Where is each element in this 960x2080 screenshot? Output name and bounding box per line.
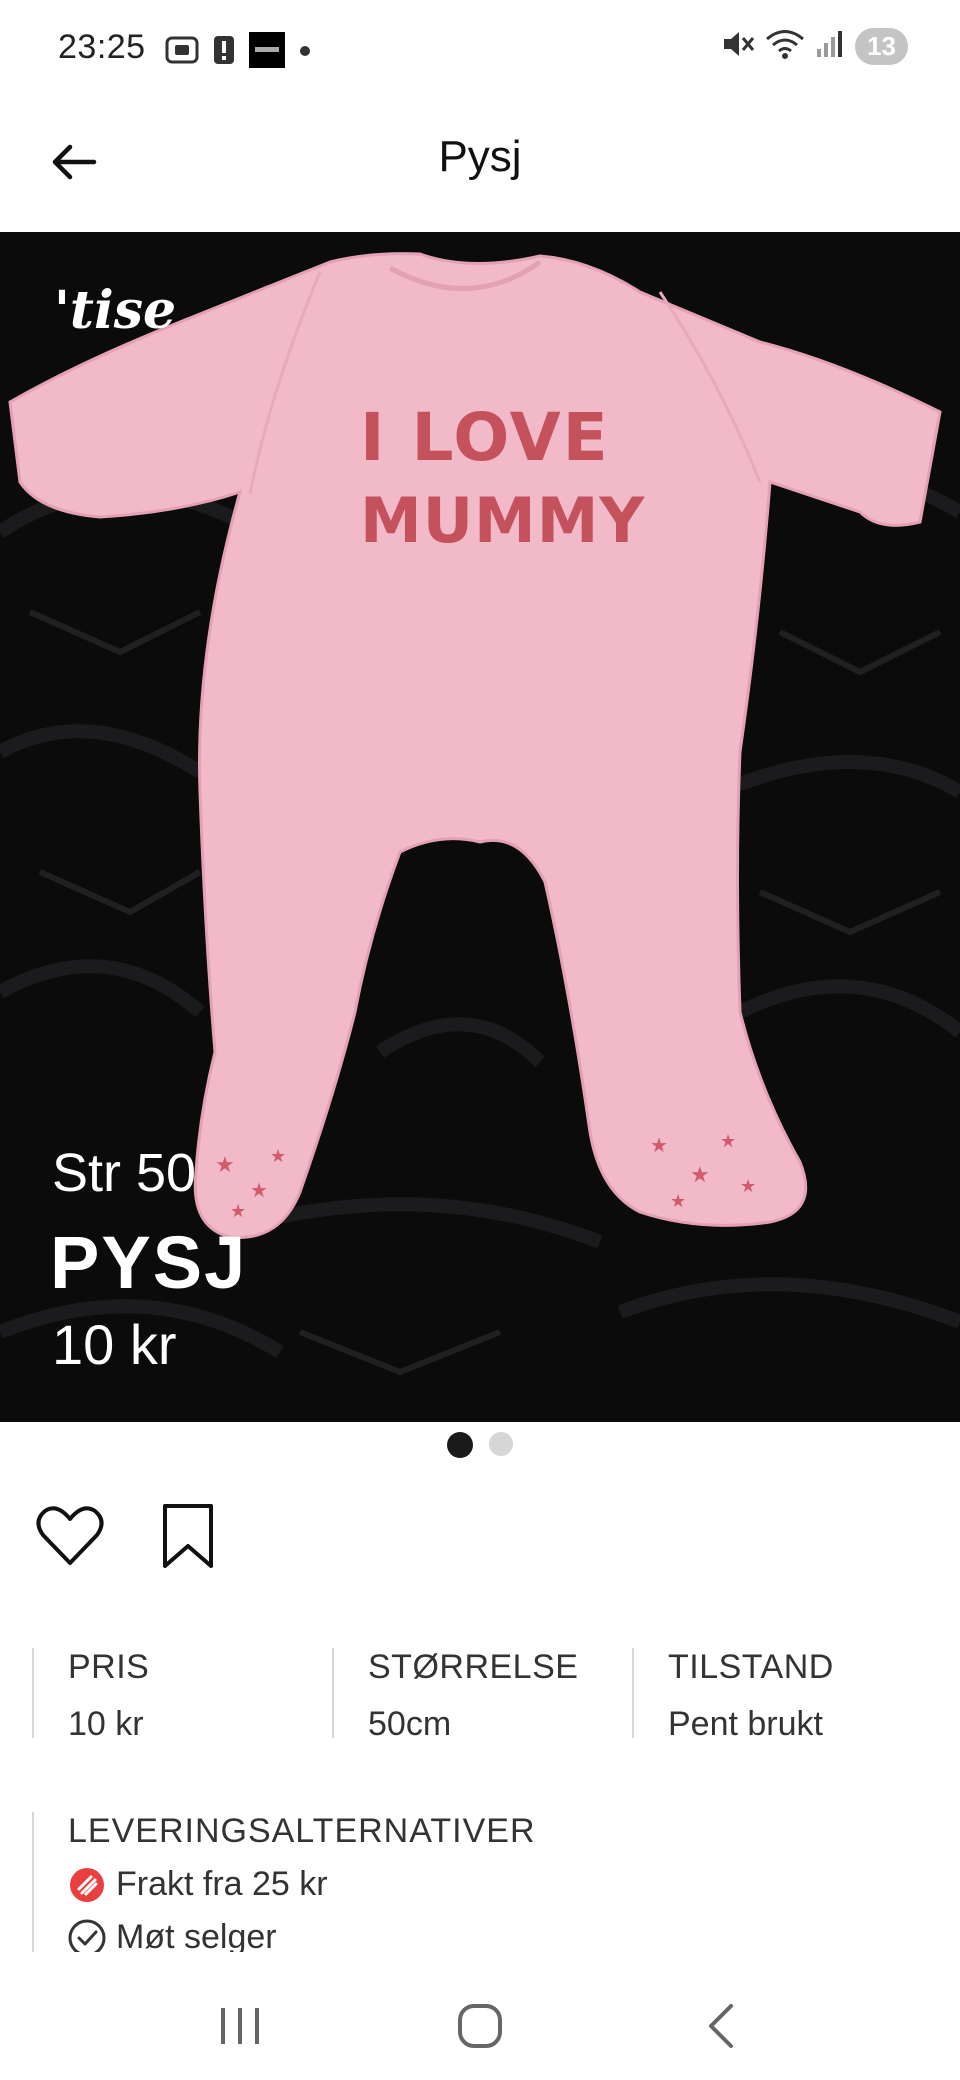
- heart-icon: [36, 1506, 104, 1565]
- system-nav-bar: [0, 1972, 960, 2080]
- detail-condition: TILSTAND Pent brukt: [632, 1648, 932, 1743]
- shirt-text-line1: I LOVE: [360, 399, 610, 476]
- detail-label: STØRRELSE: [368, 1648, 579, 1686]
- delivery-option-shipping[interactable]: Frakt fra 25 kr: [68, 1865, 912, 1904]
- pager-dot[interactable]: [489, 1432, 513, 1456]
- delivery-option-label: Frakt fra 25 kr: [116, 1865, 328, 1903]
- status-right-icons: 13: [721, 28, 908, 65]
- detail-label: TILSTAND: [668, 1648, 834, 1686]
- overlay-title: PYSJ: [50, 1221, 248, 1304]
- overlay-size: Str 50: [52, 1143, 197, 1203]
- home-button[interactable]: [440, 1991, 520, 2061]
- detail-size: STØRRELSE 50cm: [332, 1648, 632, 1743]
- shipping-icon: [68, 1866, 106, 1904]
- app-thumbnail-icon: [249, 32, 285, 73]
- alert-icon: [213, 34, 235, 71]
- recents-icon: [221, 2008, 259, 2044]
- status-left-icons: [165, 32, 311, 73]
- overlay-price: 10 kr: [52, 1313, 177, 1376]
- wifi-icon: [765, 28, 805, 65]
- product-image[interactable]: ★ ★ ★ ★ ★ ★ ★ ★ ★ I LOVE MUMMY 'tise Str…: [0, 232, 960, 1422]
- tise-watermark: 'tise: [54, 280, 177, 341]
- delivery-title: LEVERINGSALTERNATIVER: [68, 1812, 536, 1850]
- nav-back-button[interactable]: [680, 1991, 760, 2061]
- home-icon: [458, 2004, 502, 2048]
- battery-indicator: 13: [855, 28, 908, 65]
- recents-button[interactable]: [200, 1991, 280, 2061]
- delivery-options: LEVERINGSALTERNATIVER Frakt fra 25 kr Mø…: [32, 1812, 912, 1952]
- back-chevron-icon: [709, 2004, 733, 2048]
- signal-icon: [815, 29, 845, 64]
- delivery-option-label: Møt selger: [116, 1918, 277, 1952]
- product-details: PRIS 10 kr STØRRELSE 50cm TILSTAND Pent …: [32, 1648, 932, 1743]
- pager-dot-active[interactable]: [447, 1432, 473, 1458]
- delivery-option-meet[interactable]: Møt selger: [68, 1918, 912, 1952]
- status-bar: 23:25 13: [0, 0, 960, 100]
- detail-label: PRIS: [68, 1648, 150, 1686]
- like-button[interactable]: [34, 1500, 106, 1572]
- image-pager: [0, 1432, 960, 1458]
- screenshot-icon: [165, 35, 199, 70]
- check-circle-icon: [68, 1919, 106, 1952]
- dot-icon: [299, 44, 311, 62]
- bookmark-icon: [163, 1504, 213, 1568]
- app-header: Pysj: [0, 100, 960, 232]
- detail-value: Pent brukt: [668, 1705, 823, 1743]
- save-button[interactable]: [152, 1500, 224, 1572]
- status-time: 23:25: [58, 28, 146, 66]
- detail-price: PRIS 10 kr: [32, 1648, 332, 1743]
- shirt-text-line2: MUMMY: [360, 484, 645, 557]
- detail-value: 50cm: [368, 1705, 452, 1743]
- mute-icon: [721, 28, 755, 65]
- page-title: Pysj: [438, 132, 522, 181]
- actions-row: [34, 1500, 224, 1572]
- detail-value: 10 kr: [68, 1705, 144, 1743]
